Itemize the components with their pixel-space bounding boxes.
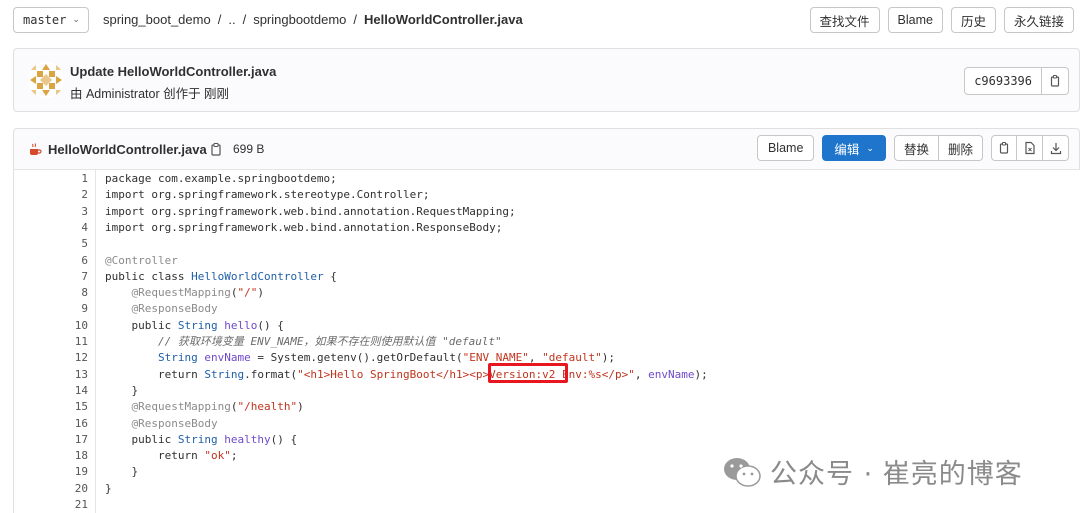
history-button[interactable]: 历史: [950, 7, 996, 33]
code-line: }: [105, 481, 112, 495]
line-number[interactable]: 14: [75, 383, 88, 399]
line-number[interactable]: 8: [81, 285, 88, 301]
watermark-text: 公众号 · 崔亮的博客: [770, 459, 1023, 490]
replace-button[interactable]: 替换: [893, 135, 939, 161]
code-line: import org.springframework.stereotype.Co…: [105, 188, 430, 202]
breadcrumb-folder[interactable]: springbootdemo: [253, 12, 346, 27]
raw-file-icon: [1024, 141, 1035, 155]
line-number[interactable]: 12: [75, 350, 88, 366]
code-line: public String healthy() {: [131, 432, 298, 446]
line-number[interactable]: 7: [81, 269, 88, 285]
copy-icon: [999, 142, 1009, 154]
branch-name: master: [23, 13, 67, 27]
code-line: return "ok";: [157, 449, 238, 463]
line-number[interactable]: 11: [75, 334, 88, 350]
code-line: }: [105, 383, 139, 397]
line-number[interactable]: 10: [75, 318, 88, 334]
commit-sha-group: c9693396: [964, 67, 1069, 95]
commit-sha[interactable]: c9693396: [964, 67, 1042, 95]
code-line: @RequestMapping("/health"): [131, 400, 304, 414]
line-number[interactable]: 18: [75, 448, 88, 464]
line-number[interactable]: 6: [81, 253, 88, 269]
copy-icon: [1050, 75, 1060, 87]
watermark: 公众号 · 崔亮的博客: [722, 452, 1023, 491]
line-number[interactable]: 3: [81, 204, 88, 220]
line-number[interactable]: 5: [81, 236, 88, 252]
code-line: @Controller: [105, 253, 178, 267]
line-number[interactable]: 17: [75, 432, 88, 448]
commit-title[interactable]: Update HelloWorldController.java: [70, 64, 276, 79]
delete-button[interactable]: 删除: [938, 135, 983, 161]
chevron-down-icon: ⌄: [866, 142, 874, 153]
file-icon-group: [991, 135, 1069, 161]
commit-meta: 由 Administrator 创作于 刚刚: [70, 87, 230, 101]
code-line: package com.example.springbootdemo;: [105, 172, 337, 185]
blame-button[interactable]: Blame: [756, 135, 815, 161]
top-toolbar: master ⌄ spring_boot_demo /.. / springbootd…: [0, 0, 1080, 40]
wechat-icon: [724, 457, 761, 487]
code-line: @RequestMapping("/"): [131, 286, 264, 300]
breadcrumb-ellipsis[interactable]: ..: [228, 12, 235, 27]
line-number[interactable]: 1: [81, 171, 88, 187]
find-file-button[interactable]: 查找文件: [809, 7, 880, 33]
line-number[interactable]: 2: [81, 187, 88, 203]
line-number[interactable]: 9: [81, 301, 88, 317]
line-number[interactable]: 16: [75, 416, 88, 432]
code-line: import org.springframework.web.bind.anno…: [105, 204, 516, 218]
line-number[interactable]: 20: [75, 481, 88, 497]
permalink-button[interactable]: 永久链接: [1003, 7, 1074, 33]
file-name: HelloWorldController.java: [48, 142, 207, 157]
line-number-gutter: 1 2 3 4 5 6 7 8 9 10 11 12 13 14 15 16 17 18 19 20 21: [14, 170, 96, 513]
code-line: public class HelloWorldController {: [105, 269, 337, 283]
last-commit-panel: Update HelloWorldController.java 由 Admin…: [13, 48, 1080, 112]
code-line: @ResponseBody: [131, 416, 218, 430]
line-number[interactable]: 19: [75, 464, 88, 480]
code-line: @ResponseBody: [131, 302, 218, 316]
file-header: HelloWorldController.java 699 B Blame 编辑…: [13, 128, 1080, 170]
copy-path-icon[interactable]: [209, 141, 223, 157]
copy-contents-button[interactable]: [991, 135, 1017, 161]
chevron-down-icon: ⌄: [72, 15, 80, 25]
code-line: // 获取环境变量 ENV_NAME，如果不存在则使用默认值 "default": [157, 335, 502, 348]
line-number[interactable]: 21: [75, 497, 88, 513]
version-highlight-box: [488, 363, 568, 383]
line-number[interactable]: 13: [75, 367, 88, 383]
branch-selector[interactable]: master ⌄: [13, 7, 89, 33]
code-line: public String hello() {: [131, 318, 284, 332]
java-file-icon: [30, 143, 42, 155]
breadcrumb-file: HelloWorldController.java: [364, 12, 523, 27]
line-number[interactable]: 4: [81, 220, 88, 236]
file-size: 699 B: [233, 142, 265, 156]
code-line: import org.springframework.web.bind.anno…: [105, 220, 503, 234]
avatar[interactable]: [28, 62, 64, 98]
code-line: return String.format("<h1>Hello SpringBo…: [157, 367, 708, 381]
open-raw-button[interactable]: [1017, 135, 1043, 161]
edit-label: 编辑: [834, 142, 860, 157]
blame-top-button[interactable]: Blame: [887, 7, 943, 33]
code-line: }: [105, 465, 139, 479]
line-number[interactable]: 15: [75, 399, 88, 415]
edit-button[interactable]: 编辑 ⌄: [822, 135, 886, 161]
file-action-group: 替换 删除: [893, 135, 983, 161]
copy-sha-button[interactable]: [1042, 67, 1069, 95]
download-button[interactable]: [1043, 135, 1069, 161]
breadcrumb-project[interactable]: spring_boot_demo: [103, 12, 211, 27]
download-icon: [1050, 143, 1061, 155]
breadcrumb: spring_boot_demo /.. / springbootdemo / Hello…: [103, 12, 523, 27]
